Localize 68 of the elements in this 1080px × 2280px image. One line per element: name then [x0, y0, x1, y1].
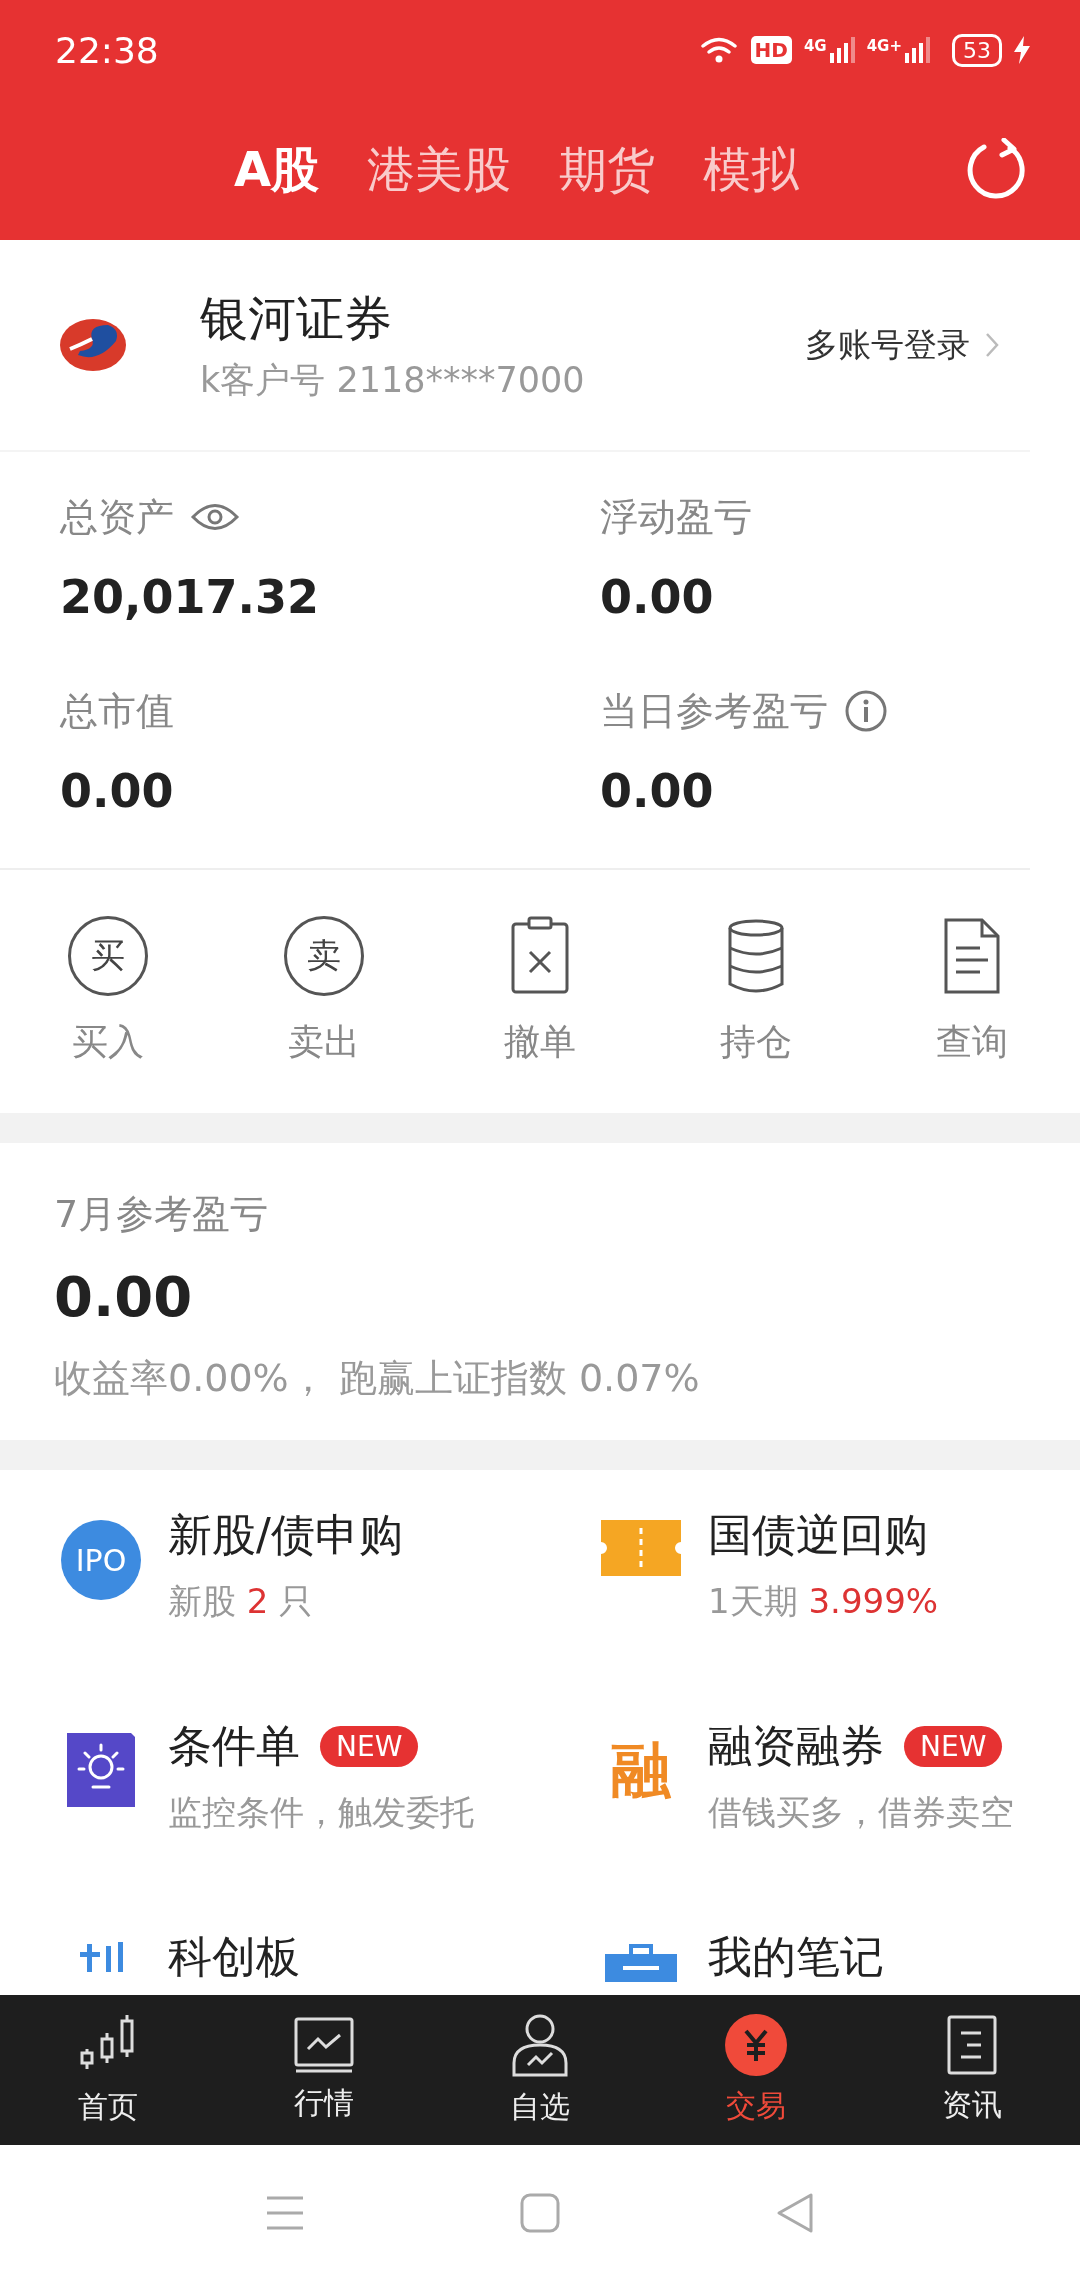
asset-label: 总资产 [60, 493, 174, 541]
glyph-circle-icon: 卖 [284, 916, 364, 996]
glyph-circle-icon: 买 [68, 916, 148, 996]
status-time: 22:38 [55, 29, 159, 71]
ticket-icon [601, 1520, 681, 1576]
trade-action-button[interactable]: 撤单 [432, 915, 648, 1068]
network-label: 4G [803, 37, 827, 55]
clipboard-x-icon [509, 916, 571, 996]
service-title: 新股/债申购 [168, 1508, 403, 1562]
customer-number: k客户号 2118****7000 [200, 358, 586, 402]
bottom-nav-item[interactable]: 行情 [216, 1995, 432, 2145]
bulb-icon [65, 1731, 137, 1809]
month-pl-value: 0.00 [54, 1264, 194, 1329]
market-tab[interactable]: A股 [210, 138, 344, 202]
service-title: 我的笔记 [708, 1930, 884, 1984]
bottom-nav-item[interactable]: 自选 [432, 1995, 648, 2145]
charging-icon [1014, 36, 1030, 64]
new-badge: NEW [320, 1726, 419, 1767]
back-icon[interactable] [775, 2191, 815, 2234]
service-item[interactable]: 融 融资融券 NEW 借钱买多，借券卖空 [540, 1717, 1080, 1928]
service-title: 融资融券 [708, 1719, 884, 1773]
asset-label: 总市值 [60, 687, 174, 735]
chart-icon [294, 2016, 354, 2073]
asset-label: 浮动盈亏 [600, 493, 752, 541]
home-icon[interactable] [520, 2192, 560, 2233]
trade-action-button[interactable]: 查询 [864, 915, 1080, 1068]
battery-level: 53 [952, 33, 1002, 67]
multi-account-login-link[interactable]: 多账号登录 [805, 322, 1000, 368]
service-subtitle: 监控条件，触发委托 [168, 1791, 474, 1834]
new-badge: NEW [904, 1726, 1003, 1767]
service-item[interactable]: 国债逆回购 1天期 3.999% [540, 1506, 1080, 1717]
network-label: 4G+ [866, 37, 902, 55]
bottom-nav-item[interactable]: 交易 [648, 1995, 864, 2145]
service-title: 科创板 [168, 1930, 300, 1984]
asset-label: 当日参考盈亏 [600, 687, 828, 735]
asset-value: 0.00 [600, 764, 715, 818]
document-icon [942, 916, 1002, 996]
news-icon [947, 2014, 997, 2075]
service-item[interactable]: 条件单 NEW 监控条件，触发委托 [0, 1717, 540, 1928]
wifi-icon [698, 36, 739, 64]
eye-icon[interactable] [190, 502, 240, 532]
trade-action-button[interactable]: 买 买入 [0, 915, 216, 1068]
service-title: 条件单 [168, 1719, 300, 1773]
service-subtitle: 新股 2 只 [168, 1580, 315, 1623]
menu-icon[interactable] [265, 2194, 305, 2231]
signal-icon [904, 37, 930, 63]
service-item[interactable]: 我的笔记 [540, 1928, 1080, 1995]
trade-action-button[interactable]: 持仓 [648, 915, 864, 1068]
asset-value: 0.00 [60, 764, 175, 818]
ipo-icon: IPO [61, 1520, 141, 1600]
month-pl-label: 7月参考盈亏 [54, 1191, 270, 1238]
user-chart-icon [510, 2012, 570, 2077]
broker-name: 银河证券 [200, 288, 393, 348]
service-subtitle: 1天期 3.999% [708, 1580, 939, 1623]
service-subtitle: 借钱买多，借券卖空 [708, 1791, 1014, 1834]
asset-value: 0.00 [600, 570, 715, 624]
signal-icon [828, 37, 855, 63]
service-title: 国债逆回购 [708, 1508, 928, 1562]
return-summary: 收益率0.00%， 跑赢上证指数 0.07% [54, 1355, 701, 1402]
bottom-nav-item[interactable]: 首页 [0, 1995, 216, 2145]
service-item[interactable]: 科创板 [0, 1928, 540, 1995]
info-icon[interactable] [844, 689, 888, 733]
service-item[interactable]: IPO 新股/债申购 新股 2 只 [0, 1506, 540, 1717]
bottom-nav-item[interactable]: 资讯 [864, 1995, 1080, 2145]
hd-badge: HD [750, 36, 792, 64]
margin-icon: 融 [611, 1731, 671, 1812]
trade-action-button[interactable]: 卖 卖出 [216, 915, 432, 1068]
asset-value: 20,017.32 [60, 570, 320, 624]
